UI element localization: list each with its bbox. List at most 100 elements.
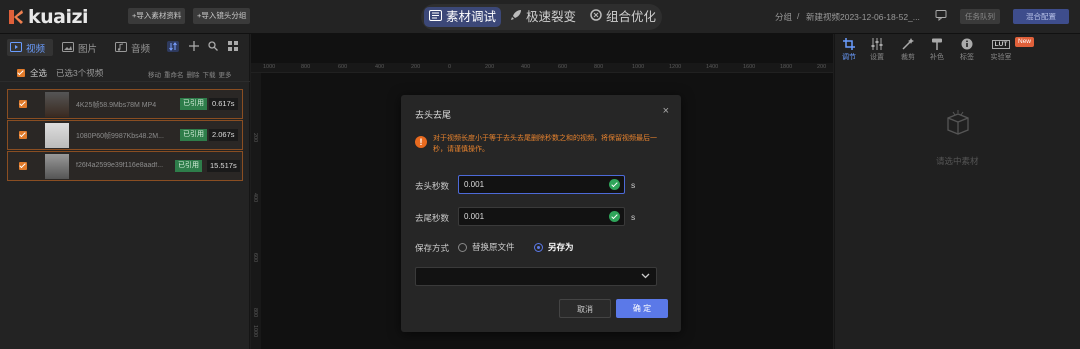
breadcrumb-group[interactable]: 分组 [775, 11, 792, 23]
download-action[interactable]: 下载 [203, 69, 216, 79]
close-icon[interactable]: × [663, 105, 669, 117]
rocket-icon [510, 7, 522, 27]
tab-label: 标签 [960, 54, 974, 61]
tab-image[interactable]: 图片 [62, 41, 97, 55]
logo-mark-icon [8, 9, 24, 25]
mode-label: 极速裂变 [526, 10, 577, 24]
file-name: f26f4a2599e39f116e8aadf... [76, 162, 164, 169]
tab-adjust[interactable]: 调节 [836, 37, 862, 61]
media-row[interactable]: f26f4a2599e39f116e8aadf... 已引用 15.517s [7, 151, 243, 181]
tab-label: 视频 [26, 44, 46, 55]
select-all[interactable]: 全选 已选3个视频 [17, 67, 103, 79]
radio-replace[interactable]: 替换原文件 [458, 241, 515, 253]
file-name: 4K25帧58.9Mbs78M MP4 [76, 102, 157, 109]
tab-color[interactable]: 补色 [924, 37, 950, 61]
mode-label: 素材调试 [446, 10, 497, 24]
tail-seconds-input[interactable]: 0.001 [458, 207, 625, 226]
radio-save-as-label: 另存为 [548, 242, 574, 252]
mode-combo-optimize[interactable]: 组合优化 [590, 7, 656, 27]
save-location-select[interactable] [415, 267, 657, 286]
file-name: 1080P60帧9987Kbs48.2M... [76, 133, 164, 140]
check-icon [609, 211, 620, 222]
info-icon [954, 37, 980, 51]
tab-trim[interactable]: 裁剪 [895, 37, 921, 61]
confirm-button[interactable]: 确 定 [616, 299, 668, 318]
duration: 2.067s [209, 129, 238, 141]
search-icon[interactable] [208, 41, 218, 53]
comment-icon[interactable] [935, 9, 947, 23]
warning-text: 对于视频长度小于等于去头去尾删除秒数之和的视频，将保留视频最后一秒，请谨慎操作。 [433, 135, 657, 153]
sliders-icon [429, 7, 442, 27]
tab-audio[interactable]: 音频 [115, 41, 150, 55]
unit-label: s [631, 212, 636, 222]
head-seconds-value: 0.001 [464, 180, 485, 189]
duration: 15.517s [207, 160, 240, 172]
more-action[interactable]: 更多 [219, 69, 232, 79]
chevron-down-icon [641, 271, 650, 282]
import-shot-button[interactable]: +导入镜头分组 [193, 8, 251, 24]
duration: 0.617s [209, 98, 238, 110]
export-config-button[interactable]: 混合配置 [1013, 9, 1069, 24]
video-icon [10, 41, 22, 55]
tab-label: 音频 [131, 44, 151, 55]
logo: kuaizi [8, 6, 89, 28]
row-checkbox[interactable] [19, 131, 27, 139]
unit-label: s [631, 180, 636, 190]
row-checkbox[interactable] [19, 100, 27, 108]
tab-label: 实验室 [990, 54, 1012, 61]
media-row[interactable]: 1080P60帧9987Kbs48.2M... 已引用 2.067s [7, 120, 243, 150]
row-checkbox[interactable] [19, 162, 27, 170]
mode-material-debug[interactable]: 素材调试 [424, 7, 502, 27]
status-badge: 已引用 [180, 129, 207, 141]
tab-label: 图片 [78, 44, 98, 55]
status-badge: 已引用 [175, 160, 202, 172]
new-badge: New [1015, 37, 1035, 47]
thumbnail [45, 92, 69, 117]
grid-view-icon[interactable] [228, 41, 238, 53]
media-row[interactable]: 4K25帧58.9Mbs78M MP4 已引用 0.617s [7, 89, 243, 119]
move-action[interactable]: 移动 [148, 69, 161, 79]
mode-fast-fission[interactable]: 极速裂变 [510, 7, 576, 27]
tab-label: 裁剪 [901, 54, 915, 61]
warning-icon: ! [415, 136, 427, 148]
import-material-button[interactable]: +导入素材资料 [128, 8, 186, 24]
lut-text: LUT [991, 39, 1011, 49]
logo-text: kuaizi [28, 6, 89, 28]
batch-actions: 移动 重命名 删除 下载 更多 [148, 69, 232, 79]
delete-action[interactable]: 删除 [187, 69, 200, 79]
mode-label: 组合优化 [606, 10, 657, 24]
thumbnail [45, 123, 69, 148]
task-queue-button[interactable]: 任务队列 [960, 9, 1000, 24]
rename-action[interactable]: 重命名 [164, 69, 184, 79]
warning-message: ! 对于视频长度小于等于去头去尾删除秒数之和的视频，将保留视频最后一秒，请谨慎操… [415, 133, 667, 155]
tab-lab[interactable]: LUT 实验室 [988, 37, 1014, 61]
add-icon[interactable] [189, 41, 199, 53]
tab-label: 调节 [842, 54, 856, 61]
radio-replace-button[interactable] [458, 242, 467, 252]
select-all-label: 全选 [30, 68, 48, 78]
equalizer-icon [864, 37, 890, 51]
tab-label: 补色 [930, 54, 944, 61]
radio-save-as[interactable]: 另存为 [534, 241, 574, 253]
selected-count: 已选3个视频 [56, 68, 104, 78]
tab-video[interactable]: 视频 [10, 41, 45, 55]
empty-state-text: 请选中素材 [936, 156, 979, 166]
crop-icon [836, 37, 862, 51]
audio-icon [115, 41, 127, 55]
tab-settings[interactable]: 设置 [864, 37, 890, 61]
breadcrumb-project-name[interactable]: 新建视频2023-12-06-18-52_... [806, 11, 929, 23]
radio-save-as-button[interactable] [534, 242, 543, 252]
image-icon [62, 41, 74, 55]
tab-label-info[interactable]: 标签 [954, 37, 980, 61]
check-icon [609, 179, 620, 190]
wand-icon [895, 37, 921, 51]
save-mode-label: 保存方式 [415, 243, 450, 253]
cancel-button[interactable]: 取消 [559, 299, 611, 318]
paint-roller-icon [924, 37, 950, 51]
status-badge: 已引用 [180, 98, 207, 110]
tail-seconds-label: 去尾秒数 [415, 213, 450, 223]
sort-icon[interactable] [167, 41, 179, 54]
select-all-checkbox[interactable] [17, 69, 25, 77]
trim-dialog: 去头去尾 × ! 对于视频长度小于等于去头去尾删除秒数之和的视频，将保留视频最后… [401, 95, 681, 332]
head-seconds-input[interactable]: 0.001 [458, 175, 625, 194]
